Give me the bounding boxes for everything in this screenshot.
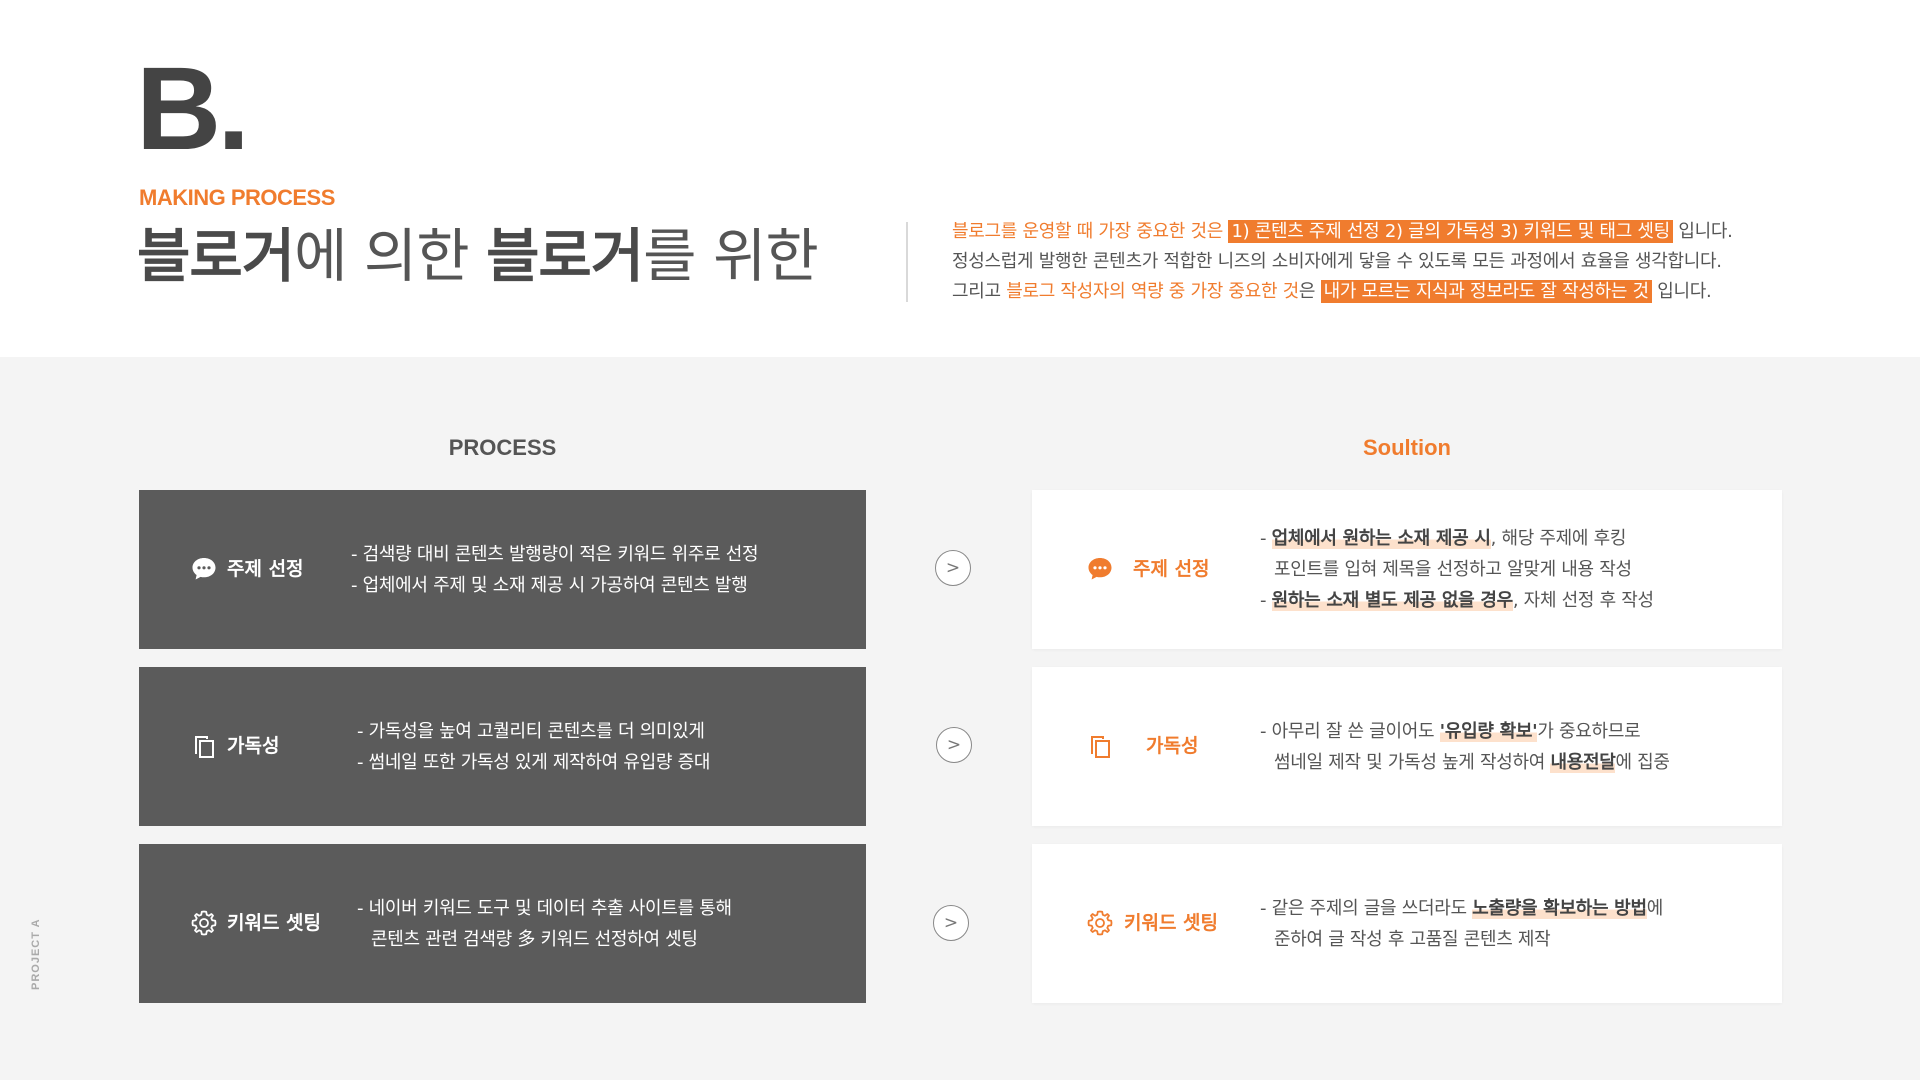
desc-text: -	[1260, 528, 1272, 549]
process-card-desc: - 검색량 대비 콘텐츠 발행량이 적은 키워드 위주로 선정 - 업체에서 주…	[351, 490, 759, 649]
solution-card-title: 주제 선정	[1133, 558, 1210, 580]
section-subtitle: MAKING PROCESS	[139, 185, 335, 210]
title-strong-1: 블로거	[137, 222, 295, 290]
process-card-readability: 가독성 - 가독성을 높여 고퀄리티 콘텐츠를 더 의미있게 - 썸네일 또한 …	[139, 667, 866, 826]
desc-line: - 가독성을 높여 고퀄리티 콘텐츠를 더 의미있게	[357, 720, 705, 742]
title-text-1: 에 의한	[294, 222, 487, 290]
title-strong-2: 블로거	[486, 222, 644, 290]
desc-text: -	[1260, 590, 1272, 611]
intro-text-mid: 은	[1298, 281, 1316, 302]
desc-text: , 해당 주제에 후킹	[1490, 528, 1627, 549]
gear-icon	[1087, 910, 1113, 936]
intro-accent: 블로그를 운영할 때 가장 중요한 것은	[952, 221, 1224, 242]
gear-icon	[191, 910, 217, 936]
desc-text: 가 중요하므로	[1537, 720, 1641, 742]
desc-emphasis: 내용전달	[1550, 751, 1616, 773]
desc-line: 포인트를 입혀 제목을 선정하고 알맞게 내용 작성	[1274, 559, 1632, 580]
solution-card-desc: - 같은 주제의 글을 쓰더라도 노출량을 확보하는 방법에 준하여 글 작성 …	[1260, 844, 1663, 1003]
intro-text: 블로그를 운영할 때 가장 중요한 것은 1) 콘텐츠 주제 선정 2) 글의 …	[952, 217, 1733, 307]
desc-text: 썸네일 제작 및 가독성 높게 작성하여	[1274, 751, 1551, 773]
desc-emphasis: '유입량 확보'	[1439, 720, 1538, 742]
header-divider	[906, 222, 908, 302]
intro-highlight: 내가 모르는 지식과 정보라도 잘 작성하는 것	[1320, 280, 1652, 303]
desc-line: - 네이버 키워드 도구 및 데이터 추출 사이트를 통해	[357, 897, 732, 919]
desc-emphasis: 노출량을 확보하는 방법	[1472, 897, 1647, 919]
copy-icon	[195, 736, 214, 758]
desc-text: - 같은 주제의 글을 쓰더라도	[1260, 897, 1473, 919]
chat-bubble-icon	[192, 558, 216, 580]
intro-highlight: 1) 콘텐츠 주제 선정 2) 글의 가독성 3) 키워드 및 태그 셋팅	[1228, 220, 1673, 243]
title-text-2: 를 위한	[643, 222, 819, 290]
intro-line-3: 그리고 블로그 작성자의 역량 중 가장 중요한 것은 내가 모르는 지식과 정…	[952, 277, 1733, 307]
solution-card-topic: 주제 선정 - 업체에서 원하는 소재 제공 시, 해당 주제에 후킹 포인트를…	[1032, 490, 1782, 649]
desc-text: 에 집중	[1615, 751, 1670, 773]
arrow-circle-icon: >	[936, 727, 972, 763]
process-heading: PROCESS	[448, 435, 557, 460]
desc-line: - 같은 주제의 글을 쓰더라도 노출량을 확보하는 방법에	[1260, 893, 1663, 924]
arrow-circle-icon: >	[933, 905, 969, 941]
solution-card-title: 가독성	[1146, 735, 1199, 757]
process-card-title: 키워드 셋팅	[227, 912, 322, 934]
page-title: 블로거에 의한 블로거를 위한	[137, 222, 819, 290]
intro-accent: 블로그 작성자의 역량 중 가장 중요한 것	[1006, 281, 1299, 302]
chat-bubble-icon	[1088, 558, 1112, 580]
copy-icon	[1091, 736, 1110, 758]
desc-line: - 원하는 소재 별도 제공 없을 경우, 자체 선정 후 작성	[1260, 585, 1654, 616]
desc-text: 에	[1646, 897, 1664, 919]
desc-line: - 업체에서 원하는 소재 제공 시, 해당 주제에 후킹	[1260, 523, 1654, 554]
process-card-title: 주제 선정	[227, 558, 304, 580]
process-card-desc: - 가독성을 높여 고퀄리티 콘텐츠를 더 의미있게 - 썸네일 또한 가독성 …	[357, 667, 710, 826]
desc-line: 준하여 글 작성 후 고품질 콘텐츠 제작	[1274, 928, 1551, 950]
section-letter: B.	[136, 43, 250, 175]
intro-line-1: 블로그를 운영할 때 가장 중요한 것은 1) 콘텐츠 주제 선정 2) 글의 …	[952, 217, 1733, 247]
solution-card-desc: - 업체에서 원하는 소재 제공 시, 해당 주제에 후킹 포인트를 입혀 제목…	[1260, 490, 1654, 649]
process-card-topic: 주제 선정 - 검색량 대비 콘텐츠 발행량이 적은 키워드 위주로 선정 - …	[139, 490, 866, 649]
solution-card-keyword: 키워드 셋팅 - 같은 주제의 글을 쓰더라도 노출량을 확보하는 방법에 준하…	[1032, 844, 1782, 1003]
desc-line: 콘텐츠 관련 검색량 多 키워드 선정하여 셋팅	[371, 928, 698, 950]
desc-emphasis: 업체에서 원하는 소재 제공 시	[1271, 528, 1491, 549]
desc-line: - 썸네일 또한 가독성 있게 제작하여 유입량 증대	[357, 751, 711, 773]
intro-text-tail: 입니다.	[1678, 221, 1733, 242]
process-card-desc: - 네이버 키워드 도구 및 데이터 추출 사이트를 통해 콘텐츠 관련 검색량…	[357, 844, 732, 1003]
intro-text-tail: 입니다.	[1657, 281, 1712, 302]
desc-text: , 자체 선정 후 작성	[1512, 590, 1654, 611]
project-side-label: PROJECT A	[30, 918, 42, 990]
solution-card-desc: - 아무리 잘 쓴 글이어도 '유입량 확보'가 중요하므로 썸네일 제작 및 …	[1260, 667, 1670, 826]
desc-line: - 업체에서 주제 및 소재 제공 시 가공하여 콘텐츠 발행	[351, 574, 748, 596]
desc-text: - 아무리 잘 쓴 글이어도	[1260, 720, 1440, 742]
solution-heading: Soultion	[1363, 435, 1451, 460]
process-card-title: 가독성	[227, 735, 280, 757]
desc-line: - 아무리 잘 쓴 글이어도 '유입량 확보'가 중요하므로	[1260, 716, 1670, 747]
intro-line-2: 정성스럽게 발행한 콘텐츠가 적합한 니즈의 소비자에게 닿을 수 있도록 모든…	[952, 251, 1722, 272]
solution-card-readability: 가독성 - 아무리 잘 쓴 글이어도 '유입량 확보'가 중요하므로 썸네일 제…	[1032, 667, 1782, 826]
desc-emphasis: 원하는 소재 별도 제공 없을 경우	[1271, 590, 1513, 611]
intro-text-pre: 그리고	[952, 281, 1001, 302]
arrow-circle-icon: >	[935, 550, 971, 586]
desc-line: - 검색량 대비 콘텐츠 발행량이 적은 키워드 위주로 선정	[351, 543, 759, 565]
process-card-keyword: 키워드 셋팅 - 네이버 키워드 도구 및 데이터 추출 사이트를 통해 콘텐츠…	[139, 844, 866, 1003]
desc-line: 썸네일 제작 및 가독성 높게 작성하여 내용전달에 집중	[1260, 747, 1670, 778]
solution-card-title: 키워드 셋팅	[1124, 912, 1219, 934]
